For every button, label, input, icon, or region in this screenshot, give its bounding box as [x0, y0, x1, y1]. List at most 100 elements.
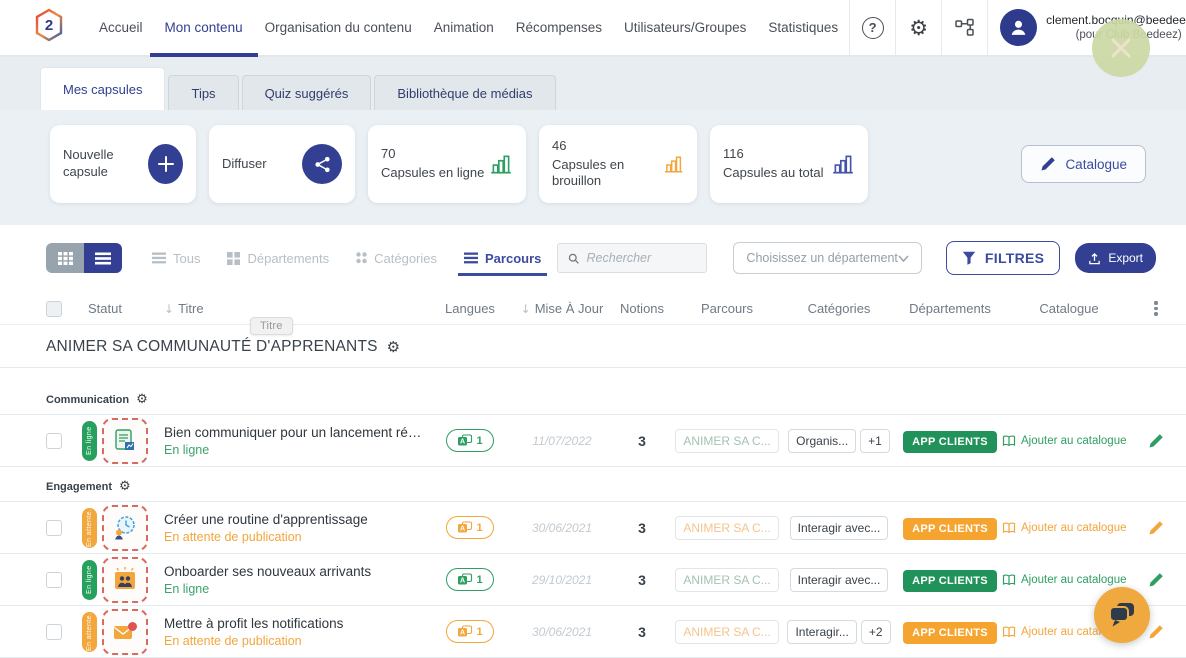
- org-chart-button[interactable]: [941, 0, 987, 55]
- select-all-checkbox[interactable]: [46, 301, 62, 317]
- filter-departements[interactable]: Départements: [227, 251, 329, 266]
- user-menu[interactable]: clement.bocquin@beedeez.c... (pour Club …: [987, 0, 1186, 55]
- capsule-thumbnail[interactable]: [102, 557, 148, 603]
- col-statut[interactable]: Statut: [88, 301, 122, 316]
- list-view-icon: [95, 252, 111, 265]
- row-checkbox[interactable]: [46, 572, 62, 588]
- table-row[interactable]: En attente. Mettre à profit les notifica…: [0, 606, 1186, 658]
- add-to-catalogue-link[interactable]: Ajouter au catalogue: [1002, 574, 1136, 586]
- capsule-thumbnail[interactable]: [102, 418, 148, 464]
- capsule-thumbnail[interactable]: [102, 505, 148, 551]
- diffuse-label: Diffuser: [222, 156, 267, 173]
- department-chip[interactable]: APP CLIENTS: [903, 622, 997, 644]
- svg-text:A: A: [460, 439, 465, 446]
- capsule-thumbnail[interactable]: [102, 609, 148, 655]
- tab-tips[interactable]: Tips: [168, 75, 238, 110]
- capsule-title[interactable]: Onboarder ses nouveaux arrivants: [164, 564, 426, 579]
- nav-mon-contenu[interactable]: Mon contenu: [154, 0, 254, 55]
- filter-categories[interactable]: Catégories: [356, 251, 437, 266]
- edit-button[interactable]: [1148, 572, 1164, 588]
- category-chip[interactable]: Interagir avec...: [790, 516, 889, 540]
- sort-desc-icon[interactable]: ↓: [521, 302, 531, 316]
- titre-tooltip: Titre: [250, 317, 293, 335]
- help-button[interactable]: ?: [849, 0, 895, 55]
- filter-tous[interactable]: Tous: [152, 251, 200, 266]
- plus-icon[interactable]: [148, 144, 183, 184]
- add-to-catalogue-link[interactable]: Ajouter au catalogue: [1002, 435, 1136, 447]
- nav-recompenses[interactable]: Récompenses: [505, 0, 613, 55]
- nav-statistiques[interactable]: Statistiques: [757, 0, 849, 55]
- filters-button[interactable]: FILTRES: [946, 241, 1060, 275]
- col-langues[interactable]: Langues: [426, 301, 514, 316]
- language-badge[interactable]: A 1: [446, 568, 493, 591]
- list-view-button[interactable]: [84, 243, 122, 273]
- edit-button[interactable]: [1148, 624, 1164, 640]
- parcours-chip[interactable]: ANIMER SA C...: [675, 568, 778, 592]
- category-chip[interactable]: Interagir avec...: [790, 568, 889, 592]
- row-checkbox[interactable]: [46, 624, 62, 640]
- col-catalogue[interactable]: Catalogue: [1002, 301, 1136, 316]
- col-titre[interactable]: ↓Titre: [164, 301, 426, 316]
- edit-button[interactable]: [1148, 433, 1164, 449]
- department-chip[interactable]: APP CLIENTS: [903, 570, 997, 592]
- category-more-chip[interactable]: +2: [861, 620, 891, 644]
- share-icon[interactable]: [302, 144, 342, 184]
- capsule-title[interactable]: Bien communiquer pour un lancement réuss…: [164, 425, 426, 440]
- capsule-status: En attente de publication: [164, 530, 426, 544]
- grid-view-button[interactable]: [46, 243, 84, 273]
- gear-icon[interactable]: ⚙: [136, 392, 148, 407]
- catalogue-button[interactable]: Catalogue: [1021, 145, 1146, 183]
- capsule-status: En attente de publication: [164, 634, 426, 648]
- language-badge[interactable]: A 1: [446, 516, 493, 539]
- beedeez-logo[interactable]: 2: [34, 8, 64, 47]
- language-badge[interactable]: A 1: [446, 620, 493, 643]
- col-parcours[interactable]: Parcours: [674, 301, 780, 316]
- filter-parcours[interactable]: Parcours: [464, 251, 541, 266]
- add-to-catalogue-link[interactable]: Ajouter au catalogue: [1002, 522, 1136, 534]
- capsule-title[interactable]: Mettre à profit les notifications: [164, 616, 426, 631]
- settings-button[interactable]: ⚙: [895, 0, 941, 55]
- col-mise-a-jour[interactable]: ↓Mise À Jour: [514, 301, 610, 316]
- department-chip[interactable]: APP CLIENTS: [903, 518, 997, 540]
- sort-desc-icon[interactable]: ↓: [164, 302, 174, 316]
- diffuse-card[interactable]: Diffuser: [209, 125, 355, 203]
- capsule-title[interactable]: Créer une routine d'apprentissage: [164, 512, 426, 527]
- catalogue-button-label: Catalogue: [1065, 157, 1127, 172]
- export-button[interactable]: Export: [1075, 243, 1156, 273]
- parcours-chip[interactable]: ANIMER SA C...: [675, 516, 778, 540]
- tab-quiz-suggeres[interactable]: Quiz suggérés: [242, 75, 372, 110]
- parcours-chip[interactable]: ANIMER SA C...: [675, 620, 778, 644]
- col-categories[interactable]: Catégories: [780, 301, 898, 316]
- category-more-chip[interactable]: +1: [860, 429, 890, 453]
- language-badge[interactable]: A 1: [446, 429, 493, 452]
- nav-animation[interactable]: Animation: [423, 0, 505, 55]
- notions-count: 3: [610, 624, 674, 640]
- col-departements[interactable]: Départements: [898, 301, 1002, 316]
- col-notions[interactable]: Notions: [610, 301, 674, 316]
- nav-utilisateurs-groupes[interactable]: Utilisateurs/Groupes: [613, 0, 757, 55]
- parcours-chip[interactable]: ANIMER SA C...: [675, 429, 778, 453]
- nav-accueil[interactable]: Accueil: [88, 0, 154, 55]
- tab-mes-capsules[interactable]: Mes capsules: [40, 67, 165, 110]
- close-overlay-button[interactable]: [1092, 19, 1150, 77]
- department-chip[interactable]: APP CLIENTS: [903, 431, 997, 453]
- language-count: 1: [476, 626, 482, 638]
- row-checkbox[interactable]: [46, 433, 62, 449]
- row-checkbox[interactable]: [46, 520, 62, 536]
- pencil-icon: [1148, 624, 1164, 640]
- chat-widget-button[interactable]: [1094, 587, 1150, 643]
- gear-icon[interactable]: ⚙: [387, 338, 401, 356]
- department-select[interactable]: Choisissez un département: [733, 242, 921, 274]
- columns-menu-button[interactable]: [1148, 297, 1163, 319]
- new-capsule-card[interactable]: Nouvelle capsule: [50, 125, 196, 203]
- edit-button[interactable]: [1148, 520, 1164, 536]
- nav-organisation-du-contenu[interactable]: Organisation du contenu: [254, 0, 423, 55]
- search-input[interactable]: [587, 251, 697, 265]
- table-row[interactable]: En ligne Bien communiquer pour un lancem…: [0, 415, 1186, 467]
- category-chip[interactable]: Organis...: [788, 429, 856, 453]
- table-row[interactable]: En ligne Onboarder ses nouveaux arrivant…: [0, 554, 1186, 606]
- tab-bibliotheque-de-medias[interactable]: Bibliothèque de médias: [374, 75, 555, 110]
- category-chip[interactable]: Interagir...: [787, 620, 856, 644]
- table-row[interactable]: En attente. Créer une routine d'apprenti…: [0, 502, 1186, 554]
- gear-icon[interactable]: ⚙: [119, 479, 131, 494]
